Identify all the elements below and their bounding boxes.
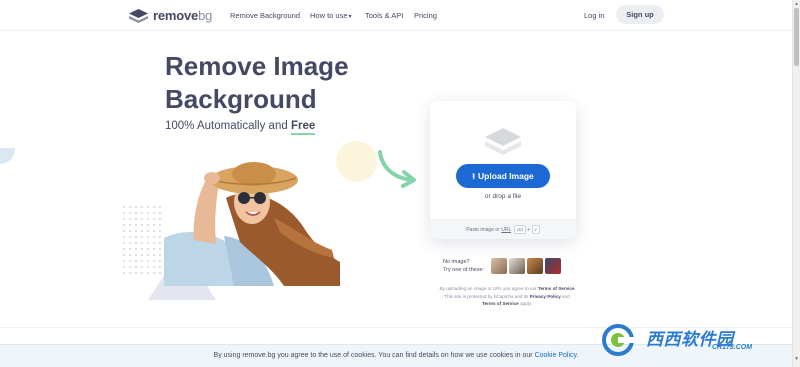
drop-file-text: or drop a file — [484, 193, 522, 200]
watermark-subtext: CR173.COM — [712, 344, 753, 351]
sample-thumb-4[interactable] — [545, 258, 561, 274]
paste-url-link[interactable]: URL — [501, 227, 511, 233]
curved-arrow-icon — [378, 150, 416, 188]
cookie-policy-link[interactable]: Cookie Policy — [535, 352, 577, 359]
signup-button[interactable]: Sign up — [616, 5, 664, 24]
scroll-thumb[interactable] — [794, 8, 799, 66]
upload-icon: ⭱ — [472, 172, 476, 181]
layers-logo-icon — [129, 8, 148, 23]
free-emphasis: Free — [290, 120, 316, 135]
legal-notice: By uploading an image or URL you agree t… — [439, 286, 575, 306]
no-image-prompt: No image? Try one of these: — [443, 259, 485, 273]
privacy-link[interactable]: Privacy Policy — [530, 294, 561, 299]
upload-card[interactable]: ⭱ Upload Image or drop a file Paste image… — [430, 101, 576, 239]
hero-photo — [164, 158, 340, 286]
decorative-shape — [0, 148, 15, 164]
page-title: Remove Image Background — [165, 51, 349, 114]
terms-link-2[interactable]: Terms of Service — [482, 301, 519, 306]
nav-remove-background[interactable]: Remove Background — [230, 11, 300, 20]
terms-link[interactable]: Terms of Service — [538, 286, 575, 291]
logo-text: removebg — [153, 8, 213, 23]
hero-subtitle: 100% Automatically and Free — [165, 120, 316, 135]
nav-how-to-use[interactable]: How to use▾ — [310, 11, 352, 20]
top-navbar: removebg Remove Background How to use▾ T… — [0, 0, 792, 31]
scroll-down-arrow-icon[interactable]: ▼ — [794, 356, 799, 362]
page-scrollbar[interactable]: ▲ ▼ — [792, 0, 800, 367]
sample-thumbnails — [491, 258, 561, 274]
nav-pricing[interactable]: Pricing — [414, 11, 437, 20]
sample-thumb-3[interactable] — [527, 258, 543, 274]
sample-thumb-1[interactable] — [491, 258, 507, 274]
upload-image-button[interactable]: ⭱ Upload Image — [456, 164, 550, 188]
decorative-circle — [336, 141, 377, 182]
kbd-v: v — [531, 225, 540, 234]
kbd-plus: + — [527, 227, 531, 233]
kbd-ctrl: ctrl — [513, 225, 526, 234]
logo[interactable]: removebg — [129, 8, 212, 23]
nav-tools-api[interactable]: Tools & API — [365, 11, 403, 20]
chevron-down-icon: ▾ — [348, 14, 352, 20]
scroll-up-arrow-icon[interactable]: ▲ — [794, 1, 799, 7]
sample-thumb-2[interactable] — [509, 258, 525, 274]
login-link[interactable]: Log in — [584, 11, 604, 20]
image-layers-icon — [485, 128, 521, 155]
paste-hint: Paste image or URL ctrl + v — [430, 219, 576, 239]
